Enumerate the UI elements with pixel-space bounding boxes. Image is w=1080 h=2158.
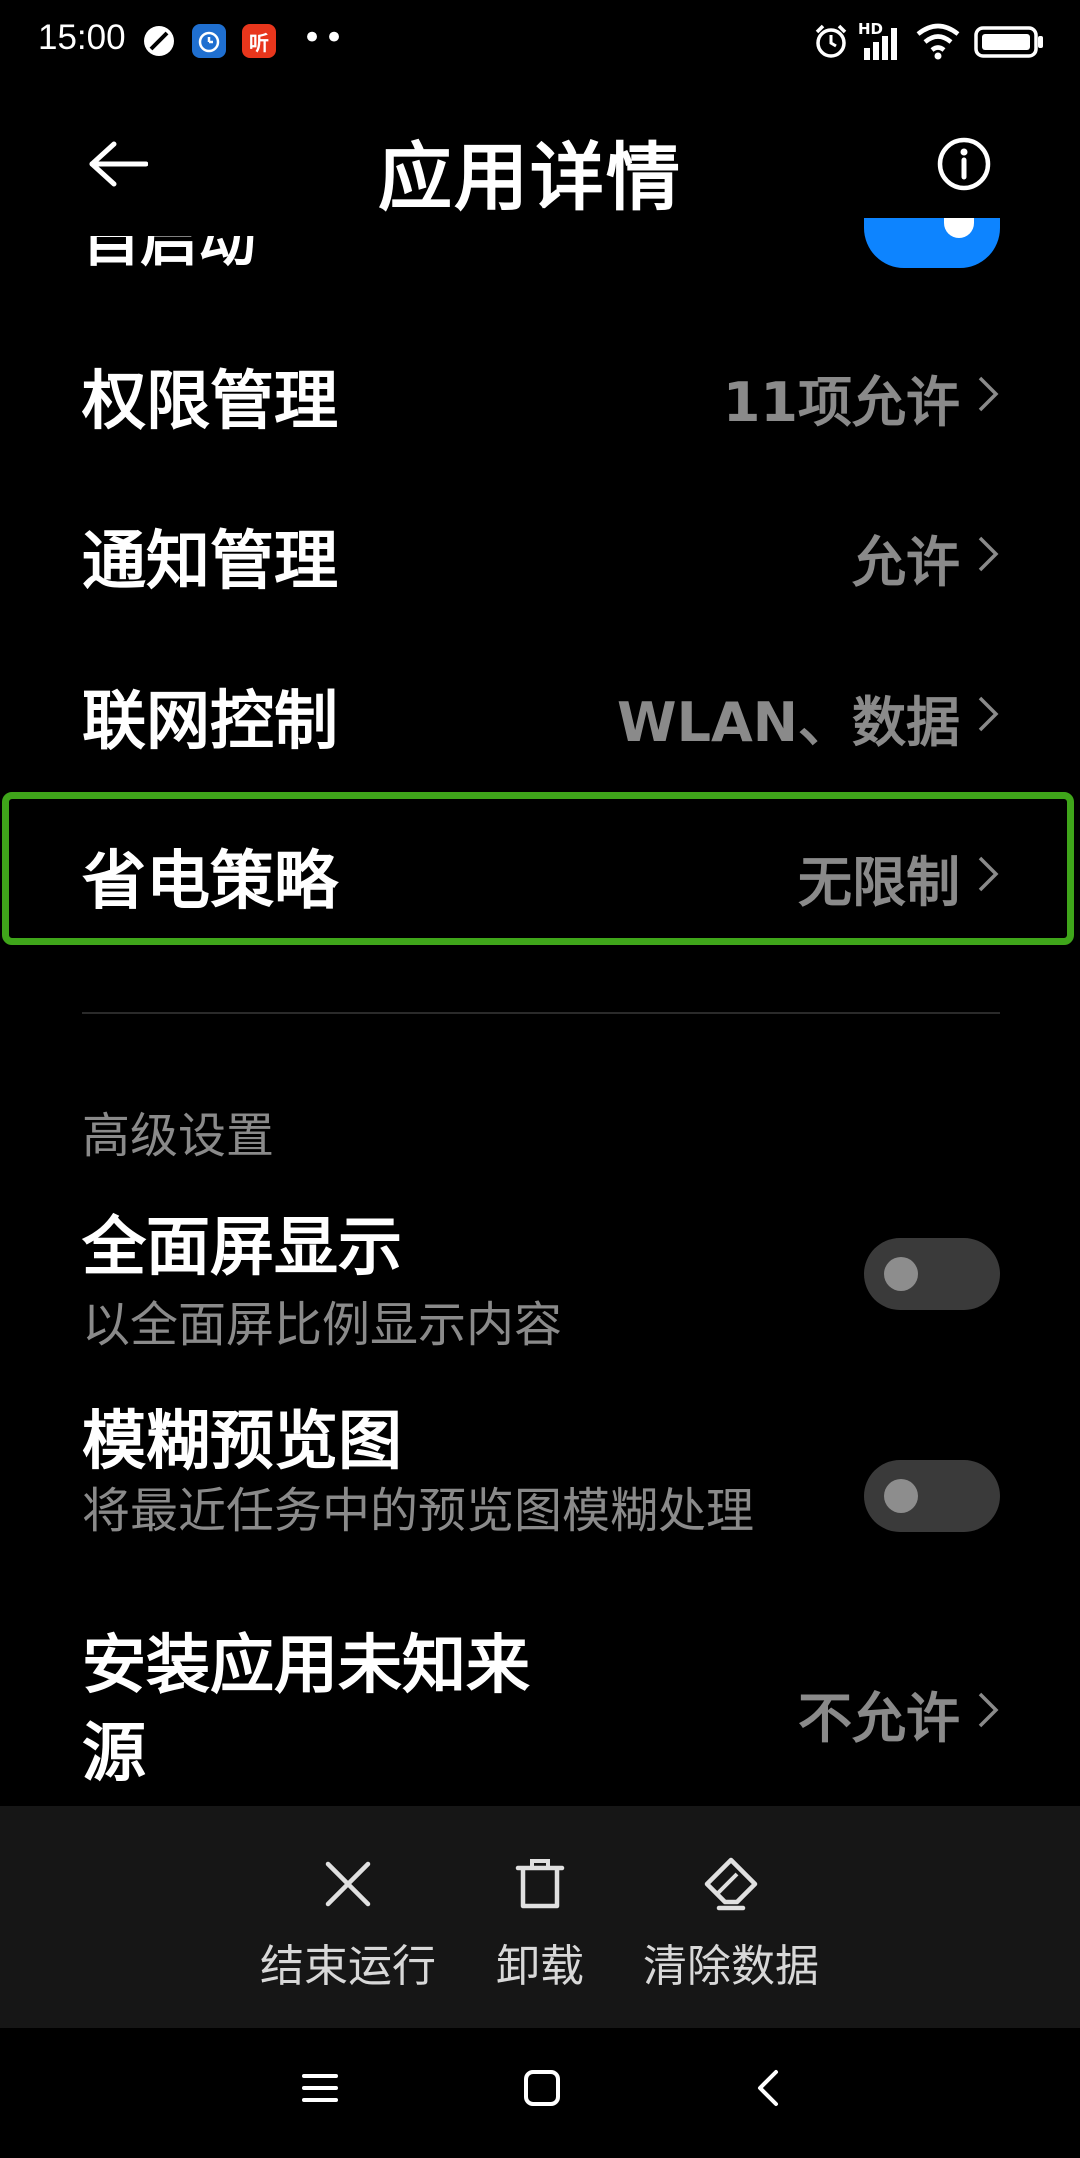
clear-data-button[interactable]: 清除数据 — [636, 1806, 826, 2028]
fullscreen-subtitle: 以全面屏比例显示内容 — [82, 1297, 563, 1353]
signal-icon — [864, 28, 897, 60]
row-network-control[interactable]: 联网控制 WLAN、数据 — [0, 634, 1080, 794]
fullscreen-toggle[interactable] — [864, 1238, 1000, 1310]
blur-preview-title: 模糊预览图 — [82, 1405, 402, 1479]
uninstall-label: 卸载 — [496, 1941, 584, 1992]
row-notifications-value: 允许 — [852, 531, 960, 594]
blur-preview-subtitle: 将最近任务中的预览图模糊处理 — [82, 1483, 755, 1539]
chevron-right-icon — [978, 536, 999, 572]
eraser-icon — [704, 1857, 758, 1911]
more-notifications: •• — [302, 18, 347, 58]
blur-preview-toggle[interactable] — [864, 1460, 1000, 1532]
auto-start-label: 自启动 — [82, 236, 256, 270]
row-permissions-value: 11项允许 — [722, 371, 960, 434]
toggle-knob — [884, 1257, 918, 1291]
unknown-sources-label: 安装应用未知来源 — [82, 1629, 530, 1791]
fullscreen-title: 全面屏显示 — [82, 1211, 402, 1285]
auto-start-text: 自启动 — [82, 236, 257, 270]
row-notifications-label: 通知管理 — [82, 525, 338, 599]
row-network-label: 联网控制 — [82, 685, 338, 759]
chevron-right-icon — [978, 376, 999, 412]
wifi-icon — [916, 23, 960, 60]
row-unknown-sources[interactable]: 安装应用未知来源 不允许 — [0, 1612, 1080, 1802]
chevron-right-icon — [978, 1692, 999, 1728]
divider — [82, 1012, 1000, 1014]
battery-icon — [974, 26, 1043, 58]
auto-start-toggle-knob — [944, 218, 974, 238]
action-bar: 结束运行 卸载 清除数据 — [0, 1806, 1080, 2028]
toggle-knob — [884, 1479, 918, 1513]
trash-icon — [515, 1859, 565, 1909]
unknown-sources-value: 不允许 — [798, 1687, 960, 1750]
force-stop-label: 结束运行 — [260, 1941, 436, 1992]
row-permissions-label: 权限管理 — [82, 365, 338, 439]
force-stop-button[interactable]: 结束运行 — [248, 1806, 448, 2028]
status-bar: 15:00 听 •• HD — [0, 0, 1080, 84]
uninstall-button[interactable]: 卸载 — [470, 1806, 610, 2028]
row-permissions[interactable]: 权限管理 11项允许 — [0, 314, 1080, 474]
status-time: 15:00 — [38, 18, 126, 57]
page-title: 应用详情 — [378, 135, 682, 221]
section-advanced-settings: 高级设置 — [82, 1108, 275, 1164]
alarm-app-icon — [192, 24, 226, 58]
listen-app-label: 听 — [249, 30, 269, 55]
back-nav-icon[interactable] — [748, 2066, 792, 2110]
row-network-value: WLAN、数据 — [617, 691, 960, 754]
home-icon[interactable] — [520, 2066, 564, 2110]
menu-icon[interactable] — [298, 2066, 342, 2110]
chevron-right-icon — [978, 696, 999, 732]
listen-app-icon: 听 — [242, 24, 276, 58]
auto-start-toggle[interactable] — [864, 218, 1000, 268]
close-icon — [325, 1861, 371, 1907]
info-icon[interactable] — [936, 136, 992, 192]
row-notifications[interactable]: 通知管理 允许 — [0, 474, 1080, 634]
no-disturb-icon — [144, 26, 174, 56]
alarm-clock-icon — [815, 24, 847, 58]
clear-data-label: 清除数据 — [643, 1941, 819, 1992]
highlight-box — [2, 792, 1074, 945]
